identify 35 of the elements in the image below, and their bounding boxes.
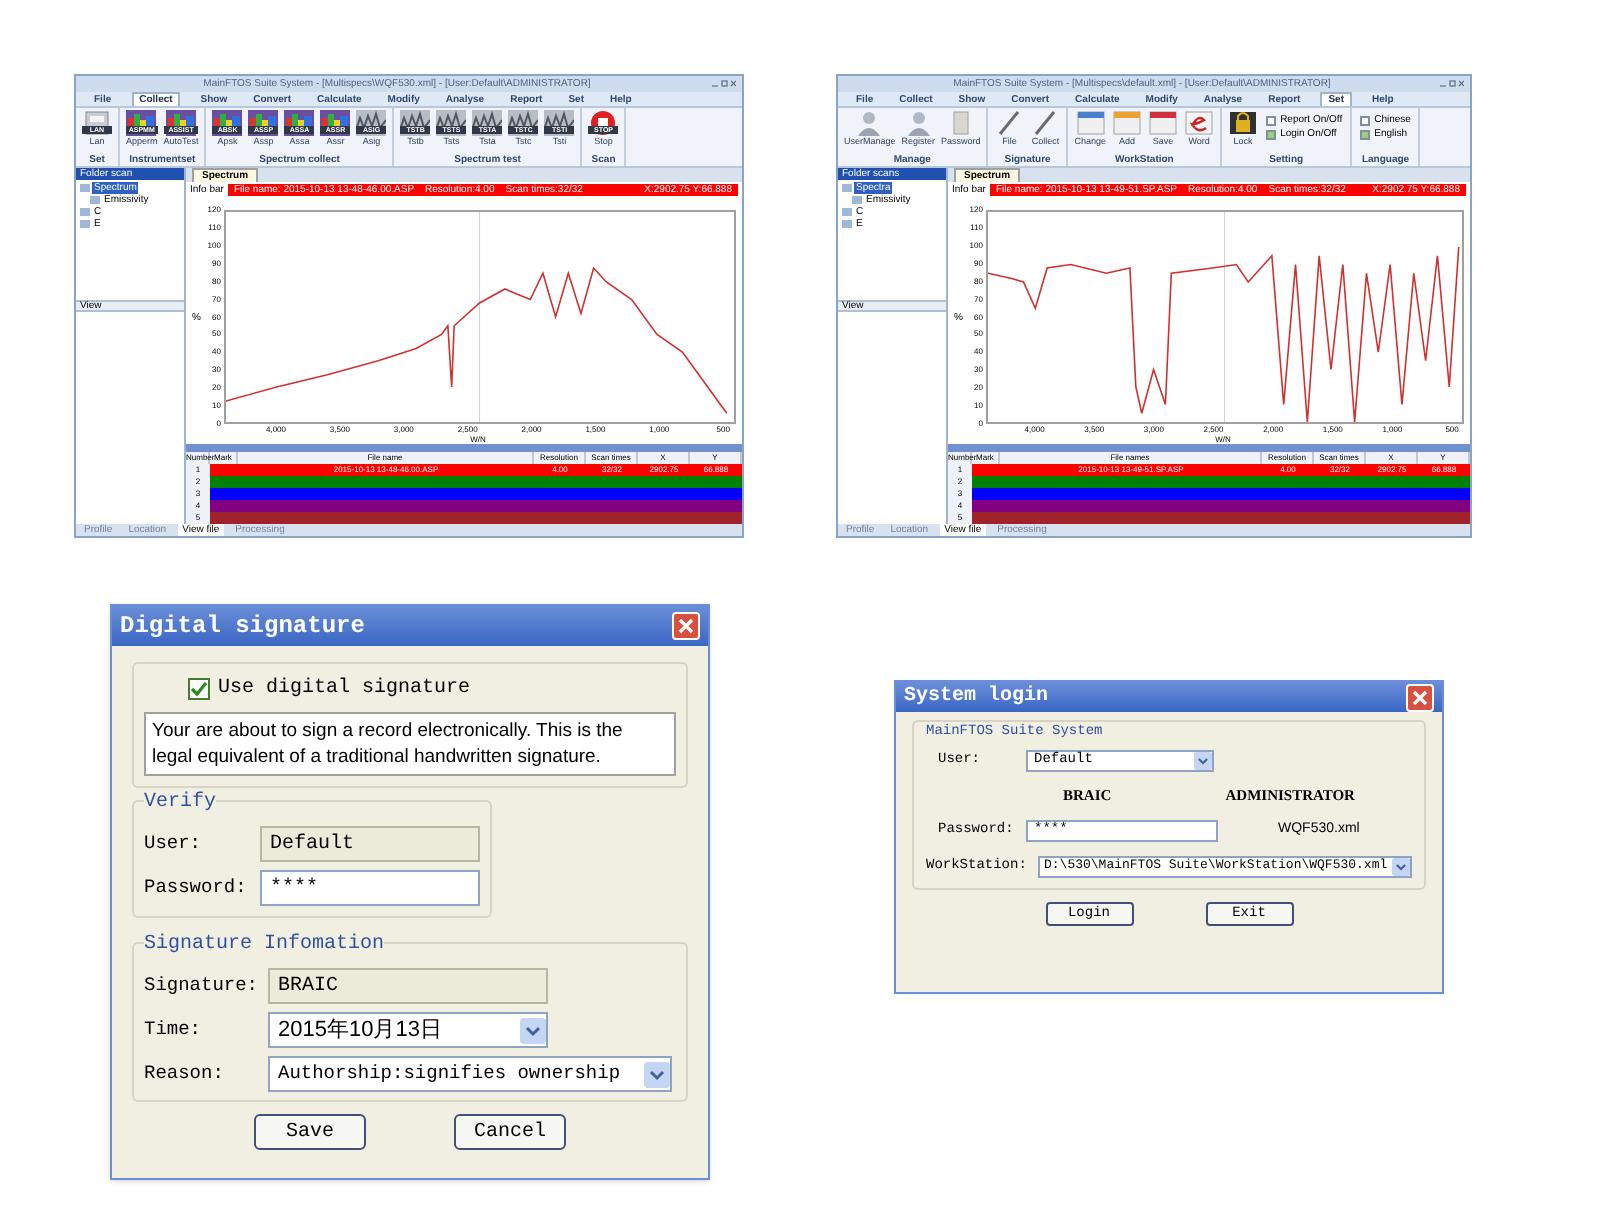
dialog-title: System login xyxy=(904,683,1049,712)
close-button[interactable] xyxy=(672,612,700,640)
date-dropdown[interactable]: 2015年10月13日 xyxy=(268,1012,548,1048)
dialog-button[interactable]: Cancel xyxy=(454,1114,566,1150)
field-label: Password: xyxy=(144,873,249,902)
pen-icon xyxy=(1030,110,1061,136)
signature-field[interactable]: BRAIC xyxy=(268,968,548,1004)
user-icon xyxy=(854,110,885,136)
checkbox[interactable] xyxy=(1266,115,1277,125)
lock-icon xyxy=(1228,110,1259,136)
dialog-button[interactable]: Save xyxy=(254,1114,366,1150)
field-label: Reason: xyxy=(144,1059,226,1088)
checkbox[interactable] xyxy=(1360,129,1371,139)
field-label: Signature: xyxy=(144,971,261,1000)
checkbox[interactable] xyxy=(1360,115,1371,125)
window-controls-icon[interactable] xyxy=(1439,80,1464,88)
checkbox[interactable] xyxy=(188,678,210,700)
field-label: User: xyxy=(144,829,204,858)
close-icon xyxy=(678,618,694,634)
password-field[interactable]: **** xyxy=(260,870,480,906)
user-field[interactable]: Default xyxy=(260,826,480,862)
dropdown-arrow-icon xyxy=(1392,857,1410,875)
close-button[interactable] xyxy=(1406,683,1434,711)
checkbox[interactable] xyxy=(1266,129,1277,139)
window-controls-icon[interactable] xyxy=(712,80,736,88)
pen-icon xyxy=(994,110,1025,136)
user-icon xyxy=(903,110,934,136)
dropdown-arrow-icon xyxy=(1194,751,1212,769)
dialog-title: Digital signature xyxy=(120,610,365,644)
notice-text: Your are about to sign a record electronically. This is the legal equivalent of a traditional handwritten signature. xyxy=(144,712,676,776)
reason-dropdown[interactable]: Authorship:signifies ownership xyxy=(268,1056,672,1092)
checkmark-icon xyxy=(190,680,208,698)
close-icon xyxy=(1412,689,1428,705)
field-label: Time: xyxy=(144,1015,204,1044)
checkbox-label: Use digital signature xyxy=(218,675,471,704)
